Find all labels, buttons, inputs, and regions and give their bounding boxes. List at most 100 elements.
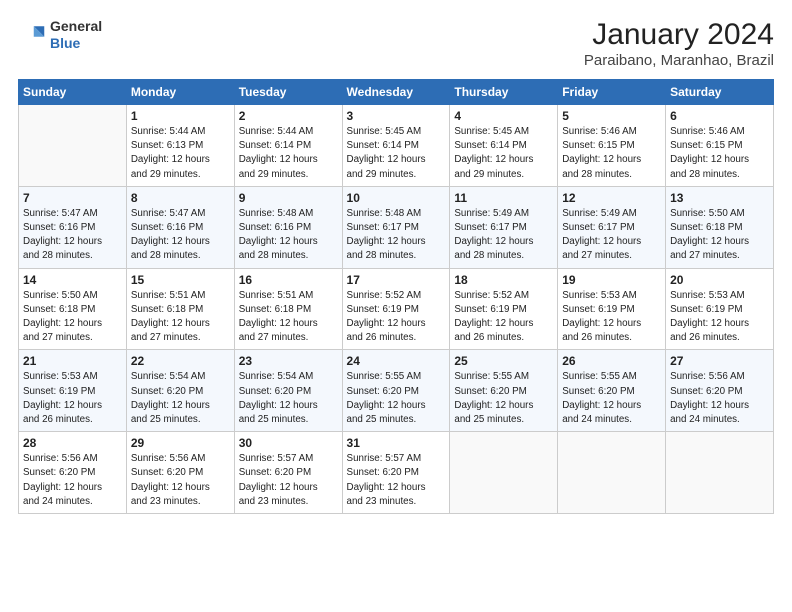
day-cell-19: 19 Sunrise: 5:53 AM Sunset: 6:19 PM Dayli… [558, 268, 666, 350]
day-info: Sunrise: 5:46 AM Sunset: 6:15 PM Dayligh… [670, 125, 769, 182]
week-row-2: 7 Sunrise: 5:47 AM Sunset: 6:16 PM Daylig… [19, 186, 774, 268]
logo-icon [18, 21, 46, 49]
day-info: Sunrise: 5:50 AM Sunset: 6:18 PM Dayligh… [23, 289, 122, 346]
day-info: Sunrise: 5:53 AM Sunset: 6:19 PM Dayligh… [670, 289, 769, 346]
day-cell-26: 26 Sunrise: 5:55 AM Sunset: 6:20 PM Dayli… [558, 350, 666, 432]
day-number: 1 [131, 109, 230, 123]
day-info: Sunrise: 5:53 AM Sunset: 6:19 PM Dayligh… [562, 289, 661, 346]
logo-line1: General [50, 18, 102, 35]
day-cell-1: 1 Sunrise: 5:44 AM Sunset: 6:13 PM Daylig… [126, 105, 234, 187]
day-cell-25: 25 Sunrise: 5:55 AM Sunset: 6:20 PM Dayli… [450, 350, 558, 432]
day-number: 19 [562, 273, 661, 287]
logo-line2: Blue [50, 35, 102, 52]
day-number: 15 [131, 273, 230, 287]
day-info: Sunrise: 5:53 AM Sunset: 6:19 PM Dayligh… [23, 370, 122, 427]
day-number: 18 [454, 273, 553, 287]
day-number: 11 [454, 191, 553, 205]
day-cell-29: 29Sunrise: 5:56 AM Sunset: 6:20 PM Dayli… [126, 432, 234, 514]
column-header-sunday: Sunday [19, 80, 127, 105]
day-number: 8 [131, 191, 230, 205]
logo: General Blue [18, 18, 102, 52]
day-number: 14 [23, 273, 122, 287]
day-cell-30: 30 Sunrise: 5:57 AM Sunset: 6:20 PM Dayli… [234, 432, 342, 514]
day-info: Sunrise: 5:54 AM Sunset: 6:20 PM Dayligh… [239, 370, 338, 427]
day-info: Sunrise: 5:49 AM Sunset: 6:17 PM Dayligh… [562, 207, 661, 264]
day-number: 12 [562, 191, 661, 205]
day-info: Sunrise: 5:57 AM Sunset: 6:20 PM Dayligh… [347, 452, 446, 509]
day-cell-28: 28 Sunrise: 5:56 AM Sunset: 6:20 PM Dayli… [19, 432, 127, 514]
day-number: 7 [23, 191, 122, 205]
day-info: Sunrise: 5:50 AM Sunset: 6:18 PM Dayligh… [670, 207, 769, 264]
calendar-body: 1 Sunrise: 5:44 AM Sunset: 6:13 PM Daylig… [19, 105, 774, 514]
main-title: January 2024 [584, 18, 774, 52]
day-cell-15: 15 Sunrise: 5:51 AM Sunset: 6:18 PM Dayli… [126, 268, 234, 350]
day-number: 26 [562, 354, 661, 368]
day-info: Sunrise: 5:55 AM Sunset: 6:20 PM Dayligh… [454, 370, 553, 427]
day-cell-13: 13Sunrise: 5:50 AM Sunset: 6:18 PM Dayli… [666, 186, 774, 268]
day-info: Sunrise: 5:52 AM Sunset: 6:19 PM Dayligh… [454, 289, 553, 346]
day-info: Sunrise: 5:56 AM Sunset: 6:20 PM Dayligh… [670, 370, 769, 427]
day-info: Sunrise: 5:48 AM Sunset: 6:16 PM Dayligh… [239, 207, 338, 264]
day-cell-empty [19, 105, 127, 187]
day-number: 21 [23, 354, 122, 368]
day-cell-5: 5Sunrise: 5:46 AM Sunset: 6:15 PM Daylig… [558, 105, 666, 187]
day-number: 9 [239, 191, 338, 205]
day-cell-23: 23 Sunrise: 5:54 AM Sunset: 6:20 PM Dayli… [234, 350, 342, 432]
day-info: Sunrise: 5:57 AM Sunset: 6:20 PM Dayligh… [239, 452, 338, 509]
day-number: 23 [239, 354, 338, 368]
column-header-friday: Friday [558, 80, 666, 105]
day-cell-14: 14 Sunrise: 5:50 AM Sunset: 6:18 PM Dayli… [19, 268, 127, 350]
day-cell-12: 12 Sunrise: 5:49 AM Sunset: 6:17 PM Dayli… [558, 186, 666, 268]
week-row-1: 1 Sunrise: 5:44 AM Sunset: 6:13 PM Daylig… [19, 105, 774, 187]
day-cell-10: 10Sunrise: 5:48 AM Sunset: 6:17 PM Dayli… [342, 186, 450, 268]
day-info: Sunrise: 5:52 AM Sunset: 6:19 PM Dayligh… [347, 289, 446, 346]
day-cell-24: 24 Sunrise: 5:55 AM Sunset: 6:20 PM Dayli… [342, 350, 450, 432]
day-number: 17 [347, 273, 446, 287]
day-info: Sunrise: 5:48 AM Sunset: 6:17 PM Dayligh… [347, 207, 446, 264]
day-cell-empty [450, 432, 558, 514]
day-cell-27: 27 Sunrise: 5:56 AM Sunset: 6:20 PM Dayli… [666, 350, 774, 432]
day-cell-4: 4 Sunrise: 5:45 AM Sunset: 6:14 PM Daylig… [450, 105, 558, 187]
day-number: 30 [239, 436, 338, 450]
day-cell-16: 16Sunrise: 5:51 AM Sunset: 6:18 PM Dayli… [234, 268, 342, 350]
day-cell-8: 8 Sunrise: 5:47 AM Sunset: 6:16 PM Daylig… [126, 186, 234, 268]
day-number: 27 [670, 354, 769, 368]
day-number: 25 [454, 354, 553, 368]
calendar-table: SundayMondayTuesdayWednesdayThursdayFrid… [18, 79, 774, 514]
day-cell-3: 3Sunrise: 5:45 AM Sunset: 6:14 PM Daylig… [342, 105, 450, 187]
day-info: Sunrise: 5:45 AM Sunset: 6:14 PM Dayligh… [347, 125, 446, 182]
column-header-thursday: Thursday [450, 80, 558, 105]
day-cell-6: 6Sunrise: 5:46 AM Sunset: 6:15 PM Daylig… [666, 105, 774, 187]
subtitle: Paraibano, Maranhao, Brazil [584, 52, 774, 69]
day-info: Sunrise: 5:47 AM Sunset: 6:16 PM Dayligh… [131, 207, 230, 264]
day-number: 16 [239, 273, 338, 287]
day-info: Sunrise: 5:55 AM Sunset: 6:20 PM Dayligh… [347, 370, 446, 427]
week-row-4: 21 Sunrise: 5:53 AM Sunset: 6:19 PM Dayli… [19, 350, 774, 432]
day-info: Sunrise: 5:49 AM Sunset: 6:17 PM Dayligh… [454, 207, 553, 264]
title-block: January 2024 Paraibano, Maranhao, Brazil [584, 18, 774, 69]
day-info: Sunrise: 5:45 AM Sunset: 6:14 PM Dayligh… [454, 125, 553, 182]
day-number: 28 [23, 436, 122, 450]
day-cell-21: 21 Sunrise: 5:53 AM Sunset: 6:19 PM Dayli… [19, 350, 127, 432]
day-number: 20 [670, 273, 769, 287]
column-header-saturday: Saturday [666, 80, 774, 105]
day-info: Sunrise: 5:51 AM Sunset: 6:18 PM Dayligh… [131, 289, 230, 346]
day-number: 29 [131, 436, 230, 450]
day-cell-18: 18 Sunrise: 5:52 AM Sunset: 6:19 PM Dayli… [450, 268, 558, 350]
week-row-5: 28 Sunrise: 5:56 AM Sunset: 6:20 PM Dayli… [19, 432, 774, 514]
day-number: 22 [131, 354, 230, 368]
day-info: Sunrise: 5:44 AM Sunset: 6:13 PM Dayligh… [131, 125, 230, 182]
week-row-3: 14 Sunrise: 5:50 AM Sunset: 6:18 PM Dayli… [19, 268, 774, 350]
day-info: Sunrise: 5:55 AM Sunset: 6:20 PM Dayligh… [562, 370, 661, 427]
day-number: 2 [239, 109, 338, 123]
day-cell-17: 17 Sunrise: 5:52 AM Sunset: 6:19 PM Dayli… [342, 268, 450, 350]
day-cell-11: 11 Sunrise: 5:49 AM Sunset: 6:17 PM Dayli… [450, 186, 558, 268]
day-info: Sunrise: 5:54 AM Sunset: 6:20 PM Dayligh… [131, 370, 230, 427]
day-number: 4 [454, 109, 553, 123]
day-info: Sunrise: 5:56 AM Sunset: 6:20 PM Dayligh… [23, 452, 122, 509]
day-cell-2: 2Sunrise: 5:44 AM Sunset: 6:14 PM Daylig… [234, 105, 342, 187]
day-info: Sunrise: 5:47 AM Sunset: 6:16 PM Dayligh… [23, 207, 122, 264]
day-number: 5 [562, 109, 661, 123]
day-number: 24 [347, 354, 446, 368]
column-header-monday: Monday [126, 80, 234, 105]
